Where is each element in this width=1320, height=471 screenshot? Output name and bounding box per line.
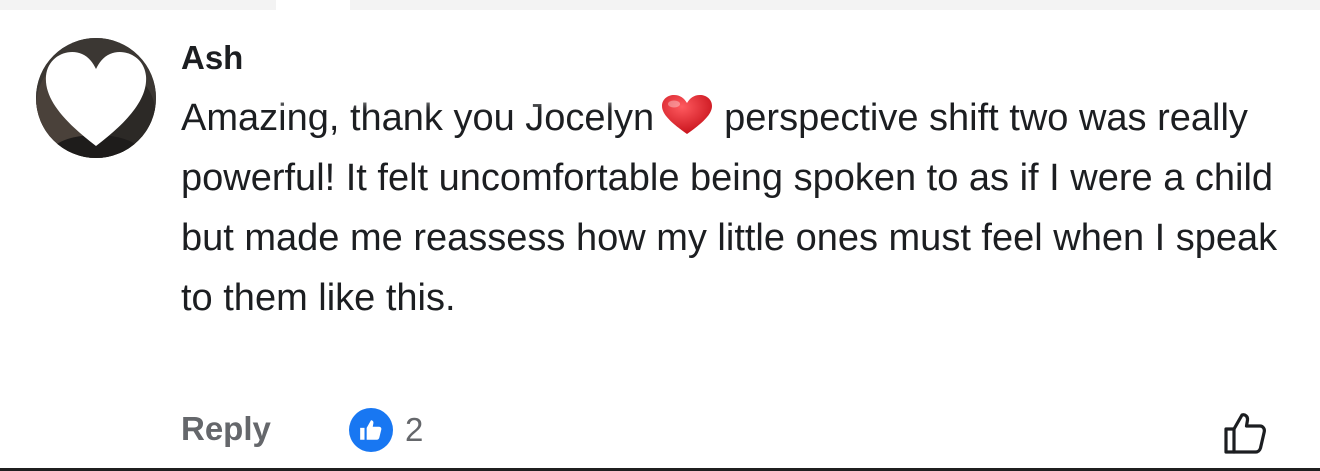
- reply-button[interactable]: Reply: [181, 410, 271, 448]
- comment-screenshot: Ash Amazing, thank you Jocelyn perspecti…: [0, 0, 1320, 471]
- top-border-gap: [276, 0, 350, 10]
- comment-author[interactable]: Ash: [181, 36, 243, 80]
- comment-bubble: Ash Amazing, thank you Jocelyn perspecti…: [181, 28, 1291, 328]
- comment-actions: Reply 2: [181, 408, 1291, 458]
- avatar[interactable]: [36, 38, 156, 158]
- redacted-area: [263, 28, 653, 92]
- reaction-summary[interactable]: 2: [349, 408, 423, 452]
- like-button[interactable]: [1221, 408, 1271, 458]
- thumbs-up-outline-icon: [1224, 413, 1266, 454]
- top-border: [0, 0, 1320, 10]
- like-icon: [349, 408, 393, 452]
- comment-text: Amazing, thank you Jocelyn perspective s…: [181, 88, 1291, 328]
- comment-text-start: Amazing, thank you Jocelyn: [181, 97, 655, 139]
- red-heart-emoji-icon: [660, 94, 714, 136]
- reaction-count: 2: [405, 411, 424, 448]
- avatar-photo-with-heart-mask: [36, 38, 156, 158]
